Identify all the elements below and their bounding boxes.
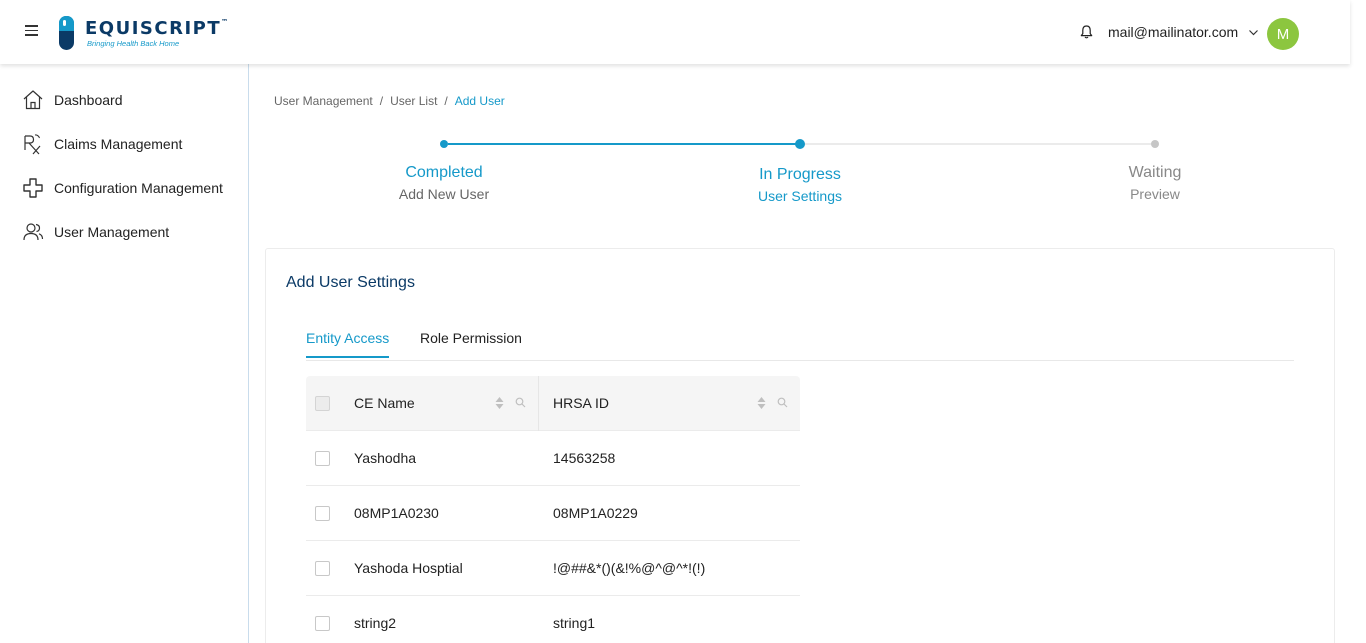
user-email[interactable]: mail@mailinator.com xyxy=(1108,24,1238,40)
card-title: Add User Settings xyxy=(286,274,415,291)
sidebar-item-label: User Management xyxy=(54,224,170,240)
step-2: In Progress User Settings xyxy=(700,166,900,204)
home-icon xyxy=(23,90,43,110)
sidebar-item-claims-management[interactable]: Claims Management xyxy=(22,130,182,158)
step-dot-waiting xyxy=(1151,140,1159,148)
sort-icon[interactable] xyxy=(495,396,504,410)
row-checkbox[interactable] xyxy=(315,451,330,466)
pill-logo-icon xyxy=(59,16,74,50)
breadcrumb-current: Add User xyxy=(454,94,505,108)
sidebar-item-dashboard[interactable]: Dashboard xyxy=(22,86,123,114)
tab-bar: Entity Access Role Permission xyxy=(306,325,1294,361)
top-header: EQUISCRIPT™ Bringing Health Back Home ma… xyxy=(0,0,1350,64)
user-settings-card: Add User Settings Entity Access Role Per… xyxy=(265,248,1335,643)
table-header: CE Name HRSA ID xyxy=(306,376,800,431)
tab-role-permission[interactable]: Role Permission xyxy=(420,330,522,356)
select-all-checkbox[interactable] xyxy=(315,396,330,411)
ce-name-cell: string2 xyxy=(354,615,397,631)
users-icon xyxy=(23,223,44,241)
step-label: Preview xyxy=(1130,186,1180,202)
ce-name-cell: 08MP1A0230 xyxy=(354,505,439,521)
equiscript-logo[interactable]: EQUISCRIPT™ Bringing Health Back Home xyxy=(58,15,228,53)
breadcrumb-separator: / xyxy=(379,94,384,108)
hrsa-id-cell: 08MP1A0229 xyxy=(553,505,638,521)
hrsa-id-cell: 14563258 xyxy=(553,450,616,466)
step-status: Waiting xyxy=(1128,164,1182,181)
sort-icon[interactable] xyxy=(757,396,766,410)
row-checkbox[interactable] xyxy=(315,616,330,631)
step-dot-completed xyxy=(440,140,448,148)
column-header-hrsa-id[interactable]: HRSA ID xyxy=(553,395,609,411)
table-row[interactable]: string2 string1 xyxy=(306,596,800,643)
hrsa-id-cell: string1 xyxy=(553,615,596,631)
sidebar-item-configuration-management[interactable]: Configuration Management xyxy=(22,174,223,202)
ce-name-cell: Yashoda Hosptial xyxy=(354,560,463,576)
ce-name-cell: Yashodha xyxy=(354,450,417,466)
sidebar-item-label: Configuration Management xyxy=(54,180,223,196)
row-checkbox[interactable] xyxy=(315,561,330,576)
brand-trademark: ™ xyxy=(221,18,229,26)
tab-entity-access[interactable]: Entity Access xyxy=(306,330,390,358)
search-icon[interactable] xyxy=(515,397,526,408)
step-status: Completed xyxy=(405,164,483,181)
search-icon[interactable] xyxy=(777,397,788,408)
column-divider xyxy=(538,376,539,431)
sidebar-item-label: Claims Management xyxy=(54,136,183,152)
user-avatar[interactable]: M xyxy=(1267,18,1299,50)
breadcrumb-user-list[interactable]: User List xyxy=(390,94,437,108)
step-status: In Progress xyxy=(759,166,841,183)
entity-access-table: CE Name HRSA ID Yashodha 14563258 08MP1A… xyxy=(306,376,800,643)
hrsa-id-cell: !@##&*()(&!%@^@^*!(!) xyxy=(553,560,706,576)
stepper-line-pending xyxy=(804,143,1151,145)
step-label: Add New User xyxy=(398,186,490,202)
sidebar: Dashboard Claims Management Configuratio… xyxy=(0,64,249,643)
sidebar-item-user-management[interactable]: User Management xyxy=(22,218,169,246)
sidebar-item-label: Dashboard xyxy=(54,92,123,108)
medical-cross-icon xyxy=(23,178,43,198)
table-row[interactable]: Yashodha 14563258 xyxy=(306,431,800,486)
brand-tagline: Bringing Health Back Home xyxy=(87,39,180,48)
hamburger-menu-icon[interactable] xyxy=(25,25,38,36)
step-1: Completed Add New User xyxy=(344,164,544,202)
column-header-ce-name[interactable]: CE Name xyxy=(354,395,415,411)
breadcrumb-separator: / xyxy=(444,94,448,108)
stepper-line-completed xyxy=(448,143,796,145)
step-label: User Settings xyxy=(757,188,843,204)
brand-name: EQUISCRIPT xyxy=(85,18,222,39)
prescription-icon xyxy=(24,134,41,155)
notification-bell-icon[interactable] xyxy=(1080,25,1093,39)
table-row[interactable]: 08MP1A0230 08MP1A0229 xyxy=(306,486,800,541)
table-row[interactable]: Yashoda Hosptial !@##&*()(&!%@^@^*!(!) xyxy=(306,541,800,596)
breadcrumb-user-management[interactable]: User Management xyxy=(274,94,373,108)
breadcrumb: User Management / User List / Add User xyxy=(274,94,505,108)
row-checkbox[interactable] xyxy=(315,506,330,521)
chevron-down-icon[interactable] xyxy=(1248,27,1259,38)
step-3: Waiting Preview xyxy=(1055,164,1255,202)
step-dot-in-progress xyxy=(795,139,805,149)
